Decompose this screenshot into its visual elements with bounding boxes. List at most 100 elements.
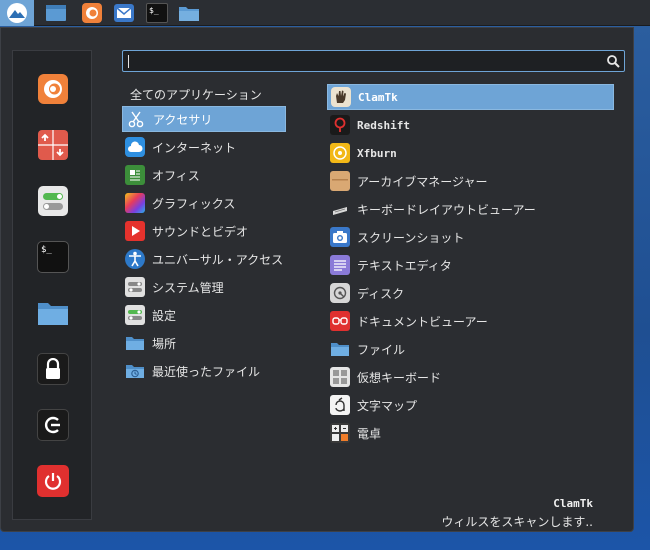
search-icon[interactable] bbox=[606, 54, 620, 68]
category-system[interactable]: システム管理 bbox=[122, 274, 286, 300]
cloud-icon bbox=[125, 137, 145, 157]
lock-icon bbox=[46, 358, 60, 379]
folder-icon bbox=[330, 339, 350, 359]
favorites-sidebar: $_ bbox=[12, 50, 92, 520]
panel-firefox-button[interactable] bbox=[75, 0, 109, 26]
clamtk-hand-icon bbox=[331, 87, 351, 107]
folder-icon bbox=[125, 333, 145, 353]
scissors-icon bbox=[126, 109, 146, 129]
sidebar-files-button[interactable] bbox=[37, 297, 69, 329]
app-character-map[interactable]: 文字マップ bbox=[327, 392, 614, 418]
app-disks[interactable]: ディスク bbox=[327, 280, 614, 306]
mountain-logo-icon bbox=[7, 3, 27, 23]
all-applications-category[interactable]: 全てのアプリケーション bbox=[130, 86, 262, 103]
app-document-viewer[interactable]: ドキュメントビューアー bbox=[327, 308, 614, 334]
folder-icon bbox=[38, 303, 68, 325]
terminal-icon: $_ bbox=[146, 3, 168, 23]
category-label: インターネット bbox=[152, 140, 237, 155]
app-calculator[interactable]: 電卓 bbox=[327, 420, 614, 446]
category-recent-files[interactable]: 最近使ったファイル bbox=[122, 358, 286, 384]
character-map-icon bbox=[330, 395, 350, 415]
top-panel: $_ bbox=[0, 0, 650, 26]
play-icon bbox=[125, 221, 145, 241]
app-redshift[interactable]: Redshift bbox=[327, 112, 614, 138]
category-internet[interactable]: インターネット bbox=[122, 134, 286, 160]
app-label: キーボードレイアウトビューアー bbox=[357, 202, 536, 217]
category-label: グラフィックス bbox=[152, 196, 236, 211]
category-label: 最近使ったファイル bbox=[152, 364, 261, 379]
category-sound-video[interactable]: サウンドとビデオ bbox=[122, 218, 286, 244]
redshift-bulb-icon bbox=[330, 115, 350, 135]
terminal-icon: $_ bbox=[41, 245, 52, 255]
keyboard-icon bbox=[330, 199, 350, 219]
system-settings-icon bbox=[125, 277, 145, 297]
category-label: アクセサリ bbox=[153, 112, 213, 127]
app-xfburn[interactable]: Xfburn bbox=[327, 140, 614, 166]
sidebar-firefox-button[interactable] bbox=[37, 73, 69, 105]
sidebar-power-button[interactable] bbox=[37, 465, 69, 497]
text-editor-icon bbox=[330, 255, 350, 275]
whisker-menu-button[interactable] bbox=[0, 0, 34, 26]
glasses-icon bbox=[330, 311, 350, 331]
folder-icon bbox=[179, 7, 199, 21]
app-label: アーカイブマネージャー bbox=[357, 174, 488, 189]
app-virtual-keyboard[interactable]: 仮想キーボード bbox=[327, 364, 614, 390]
graphics-icon bbox=[125, 193, 145, 213]
category-accessories[interactable]: アクセサリ bbox=[122, 106, 286, 132]
category-places[interactable]: 場所 bbox=[122, 330, 286, 356]
app-files[interactable]: ファイル bbox=[327, 336, 614, 362]
panel-terminal-button[interactable]: $_ bbox=[140, 0, 174, 26]
panel-files-button[interactable] bbox=[172, 0, 206, 26]
app-description-text: ウィルスをスキャンします.. bbox=[441, 515, 593, 529]
whisker-menu: $_ 全てのアプリケーション アクセサリ インターネット オフィス グラフィック… bbox=[0, 27, 634, 532]
app-description-title: ClamTk bbox=[553, 497, 593, 510]
camera-icon bbox=[330, 227, 350, 247]
calculator-icon bbox=[330, 423, 350, 443]
desktop-icon bbox=[46, 5, 66, 21]
app-label: スクリーンショット bbox=[357, 230, 465, 245]
category-graphics[interactable]: グラフィックス bbox=[122, 190, 286, 216]
app-label: 仮想キーボード bbox=[357, 370, 442, 385]
search-input[interactable] bbox=[122, 50, 625, 72]
category-universal-access[interactable]: ユニバーサル・アクセス bbox=[122, 246, 286, 272]
app-label: ファイル bbox=[357, 342, 406, 357]
app-label: 文字マップ bbox=[357, 398, 418, 413]
sidebar-settings-manager-button[interactable] bbox=[37, 185, 69, 217]
category-settings[interactable]: 設定 bbox=[122, 302, 286, 328]
settings-toggle-icon bbox=[38, 186, 68, 216]
sidebar-software-updater-button[interactable] bbox=[37, 129, 69, 161]
app-text-editor[interactable]: テキストエディタ bbox=[327, 252, 614, 278]
category-label: 設定 bbox=[152, 308, 177, 323]
app-screenshot[interactable]: スクリーンショット bbox=[327, 224, 614, 250]
app-label: ドキュメントビューアー bbox=[357, 314, 488, 329]
sidebar-lock-screen-button[interactable] bbox=[37, 353, 69, 385]
office-icon bbox=[125, 165, 145, 185]
firefox-icon bbox=[82, 3, 102, 23]
accessibility-icon bbox=[125, 249, 145, 269]
category-label: システム管理 bbox=[152, 280, 224, 295]
sidebar-terminal-button[interactable]: $_ bbox=[37, 241, 69, 273]
panel-show-desktop-button[interactable] bbox=[39, 0, 73, 26]
app-label: Xfburn bbox=[357, 146, 397, 160]
category-office[interactable]: オフィス bbox=[122, 162, 286, 188]
sidebar-logout-button[interactable] bbox=[37, 409, 69, 441]
app-keyboard-layout-viewer[interactable]: キーボードレイアウトビューアー bbox=[327, 196, 614, 222]
category-label: オフィス bbox=[152, 168, 200, 183]
recent-folder-icon bbox=[125, 361, 145, 381]
panel-mail-button[interactable] bbox=[107, 0, 141, 26]
category-label: 場所 bbox=[152, 336, 177, 351]
category-label: ユニバーサル・アクセス bbox=[152, 252, 284, 267]
app-label: テキストエディタ bbox=[357, 258, 452, 273]
power-icon bbox=[44, 473, 62, 490]
update-arrows-icon bbox=[38, 130, 68, 160]
disc-burner-icon bbox=[330, 143, 350, 163]
logout-icon bbox=[44, 416, 60, 434]
archive-box-icon bbox=[330, 171, 350, 191]
category-label: サウンドとビデオ bbox=[152, 224, 249, 239]
app-label: 電卓 bbox=[357, 426, 382, 441]
mail-icon bbox=[114, 4, 134, 22]
app-clamtk[interactable]: ClamTk bbox=[327, 84, 614, 110]
app-label: Redshift bbox=[357, 118, 410, 132]
app-label: ClamTk bbox=[358, 90, 398, 104]
app-archive-manager[interactable]: アーカイブマネージャー bbox=[327, 168, 614, 194]
